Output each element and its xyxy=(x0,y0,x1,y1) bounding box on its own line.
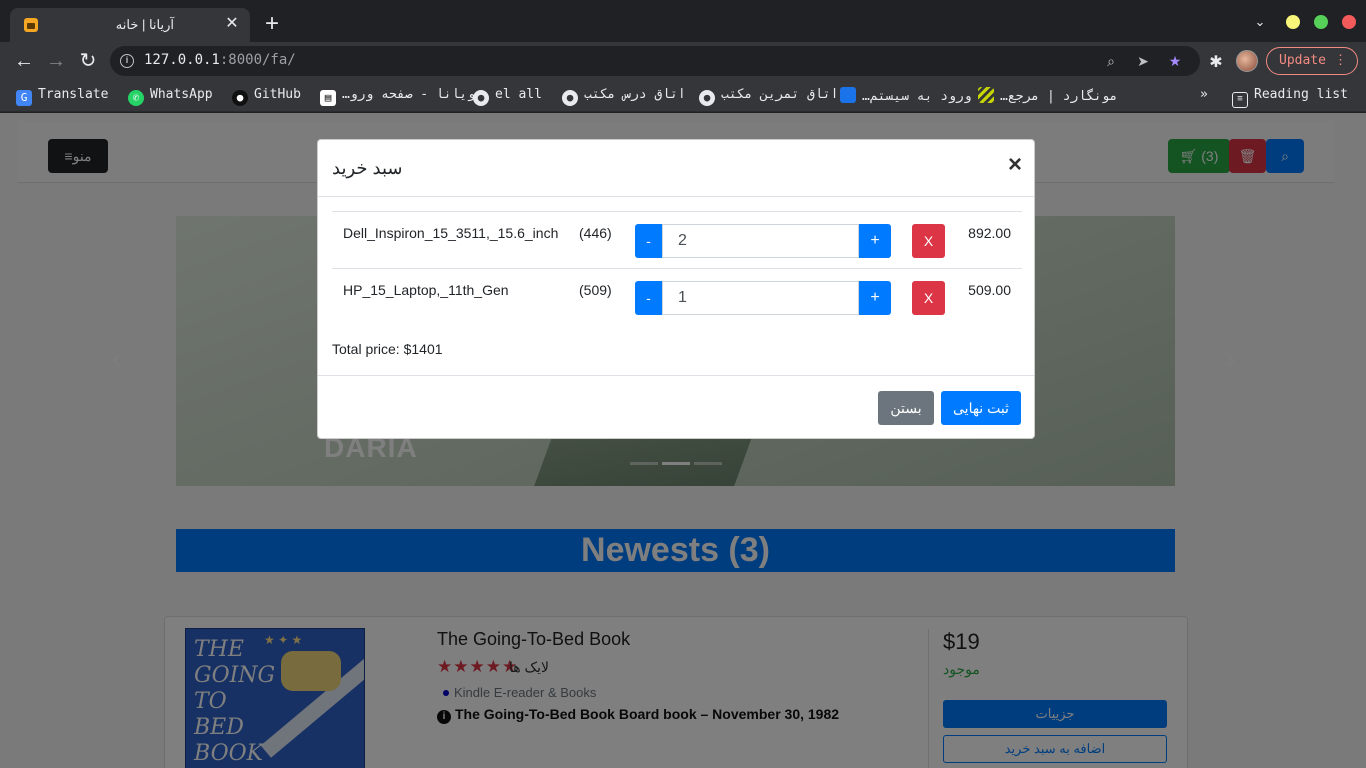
tab-title: آریانا | خانه xyxy=(115,17,174,32)
forward-arrow-icon[interactable]: → xyxy=(44,50,68,72)
bookmark-mongard[interactable]: مونگارد | مرجع… xyxy=(978,87,1117,105)
bookmark-whatsapp[interactable]: ✆ WhatsApp xyxy=(128,87,213,106)
update-button[interactable]: Update ⋮ xyxy=(1266,47,1358,75)
back-arrow-icon[interactable]: ← xyxy=(12,50,36,72)
more-menu-icon: ⋮ xyxy=(1334,53,1347,68)
bookmark-dars-maktab[interactable]: ● اتاق درس مکتب xyxy=(562,87,686,106)
url-text[interactable]: 127.0.0.1:8000/fa/ xyxy=(144,52,296,68)
site-info-icon[interactable]: i xyxy=(120,54,134,68)
blue-logo-icon xyxy=(840,87,856,103)
reading-list-icon: ≡ xyxy=(1232,92,1248,108)
modal-close-icon[interactable]: × xyxy=(1008,152,1022,178)
reading-list-button[interactable]: ≡ Reading list xyxy=(1232,87,1348,108)
browser-toolbar: ← → ↻ i 127.0.0.1:8000/fa/ ⌕ ➤ ★ ✱ Updat… xyxy=(0,42,1366,80)
person-icon: ● xyxy=(699,90,715,106)
tab-strip: آریانا | خانه ✕ + ⌄ xyxy=(0,0,1366,42)
page-icon: ▤ xyxy=(320,90,336,106)
bookmark-translate[interactable]: G Translate xyxy=(16,87,108,106)
bookmarks-bar: G Translate ✆ WhatsApp ● GitHub ▤ ویانا - صف… xyxy=(0,80,1366,112)
modal-footer: بستن ثبت نهایی xyxy=(318,375,1034,438)
close-button[interactable]: بستن xyxy=(878,391,934,425)
bookmark-viana[interactable]: ▤ ویانا - صفحه ورو… xyxy=(320,87,475,106)
bookmark-el-all[interactable]: ● el all xyxy=(473,87,542,106)
bookmark-tamrin-maktab[interactable]: ● اتاق تمرین مکتب xyxy=(699,87,838,106)
cart-item-total: 509.00 xyxy=(968,282,1011,298)
cart-modal: سبد خرید × Dell_Inspiron_15_3511,_15.6_i… xyxy=(317,139,1035,439)
cart-item-name: Dell_Inspiron_15_3511,_15.6_inch xyxy=(343,225,559,241)
cart-item-row: Dell_Inspiron_15_3511,_15.6_inch (446) -… xyxy=(332,211,1022,268)
cart-item-id: (446) xyxy=(579,225,612,241)
cart-total-price: Total price: $1401 xyxy=(332,341,443,357)
extensions-puzzle-icon[interactable]: ✱ xyxy=(1206,52,1226,72)
browser-tab-active[interactable]: آریانا | خانه ✕ xyxy=(10,8,250,42)
reload-icon[interactable]: ↻ xyxy=(76,50,100,72)
modal-header: سبد خرید × xyxy=(318,140,1034,197)
cart-item-row: HP_15_Laptop,_11th_Gen (509) - 1 + X 509… xyxy=(332,268,1022,325)
address-bar[interactable]: i 127.0.0.1:8000/fa/ ⌕ ➤ ★ xyxy=(110,46,1200,76)
tab-search-icon[interactable]: ⌄ xyxy=(1250,14,1270,34)
whatsapp-icon: ✆ xyxy=(128,90,144,106)
bookmark-github[interactable]: ● GitHub xyxy=(232,87,301,106)
bookmark-login-system[interactable]: ورود به سیستم… xyxy=(840,87,972,105)
decrease-qty-button[interactable]: - xyxy=(635,281,662,315)
google-translate-icon: G xyxy=(16,90,32,106)
quantity-input[interactable]: 2 xyxy=(662,224,859,258)
decrease-qty-button[interactable]: - xyxy=(635,224,662,258)
bookmark-star-icon[interactable]: ★ xyxy=(1166,52,1184,70)
zoom-search-icon[interactable]: ⌕ xyxy=(1102,52,1120,70)
stripes-icon xyxy=(978,87,994,103)
github-icon: ● xyxy=(232,90,248,106)
cart-item-total: 892.00 xyxy=(968,225,1011,241)
submit-order-button[interactable]: ثبت نهایی xyxy=(941,391,1021,425)
tab-close-icon[interactable]: ✕ xyxy=(222,14,242,34)
quantity-input[interactable]: 1 xyxy=(662,281,859,315)
increase-qty-button[interactable]: + xyxy=(859,281,891,315)
modal-title: سبد خرید xyxy=(332,158,403,178)
bookmarks-overflow-icon[interactable]: » xyxy=(1200,87,1208,105)
cart-item-id: (509) xyxy=(579,282,612,298)
cart-items: Dell_Inspiron_15_3511,_15.6_inch (446) -… xyxy=(332,211,1022,325)
profile-avatar[interactable] xyxy=(1236,50,1258,72)
remove-item-button[interactable]: X xyxy=(912,224,945,258)
window-minimize-button[interactable] xyxy=(1286,15,1300,29)
increase-qty-button[interactable]: + xyxy=(859,224,891,258)
window-close-button[interactable] xyxy=(1342,15,1356,29)
site-favicon-icon xyxy=(24,18,38,32)
send-icon[interactable]: ➤ xyxy=(1134,52,1152,70)
remove-item-button[interactable]: X xyxy=(912,281,945,315)
new-tab-button[interactable]: + xyxy=(260,12,284,36)
window-maximize-button[interactable] xyxy=(1314,15,1328,29)
cart-item-name: HP_15_Laptop,_11th_Gen xyxy=(343,282,509,298)
person-icon: ● xyxy=(473,90,489,106)
page-content: ≡منو 🛒︎ (3) 🗑︎ ⌕ DARIA ‹ › Newests (3) T… xyxy=(0,113,1366,768)
person-icon: ● xyxy=(562,90,578,106)
